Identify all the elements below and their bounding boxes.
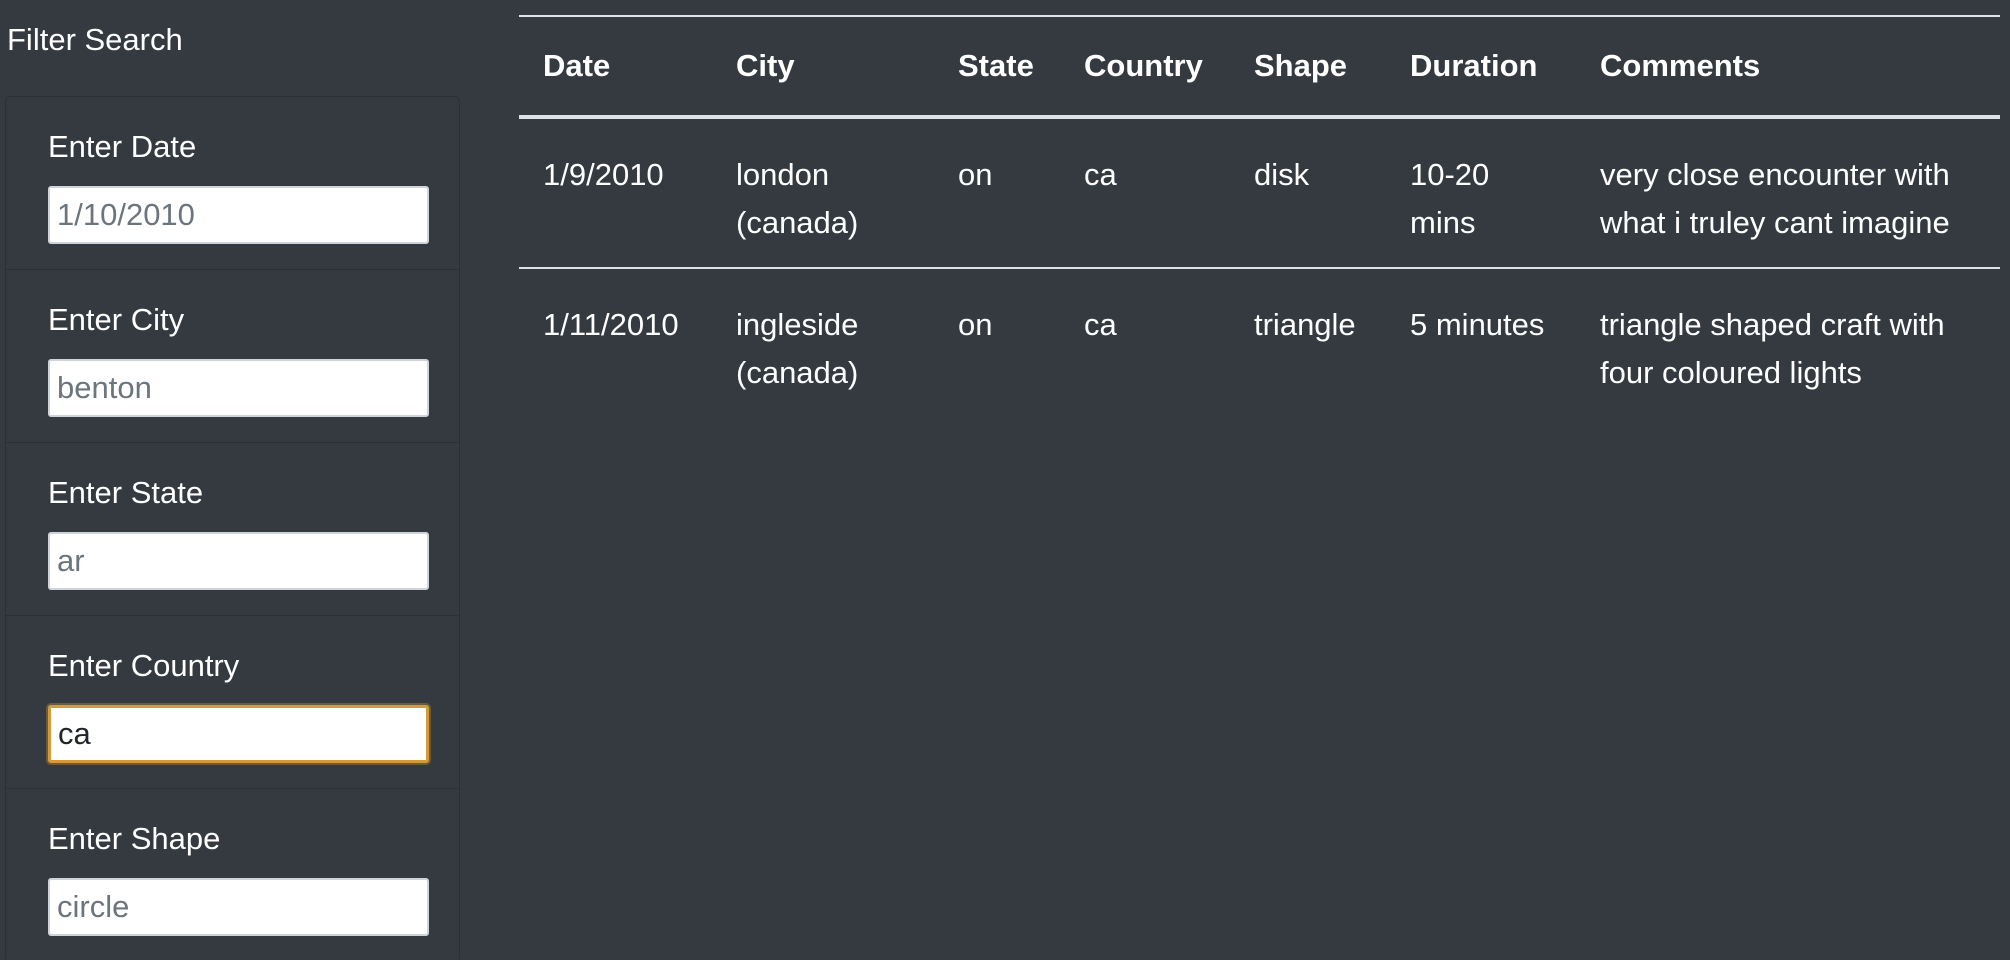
table-header: Date City State Country Shape Duration C… <box>519 16 2000 117</box>
country-filter-label: Enter Country <box>48 648 240 683</box>
sightings-table: Date City State Country Shape Duration C… <box>519 15 2000 417</box>
sightings-table-area: Date City State Country Shape Duration C… <box>519 15 2000 417</box>
state-filter-label: Enter State <box>48 475 204 510</box>
header-comments: Comments <box>1600 48 1761 83</box>
header-shape: Shape <box>1254 48 1348 83</box>
table-row: 1/11/2010 ingleside (canada) on ca trian… <box>519 268 2000 417</box>
cell-duration: 10-20 mins <box>1410 157 1490 240</box>
cell-duration: 5 minutes <box>1410 307 1545 342</box>
header-country: Country <box>1084 48 1203 83</box>
cell-comments: triangle shaped craft with four coloured… <box>1600 307 1945 390</box>
shape-filter-label: Enter Shape <box>48 821 221 856</box>
cell-country: ca <box>1084 307 1117 342</box>
city-filter-input[interactable] <box>48 359 429 417</box>
ufo-sightings-page: Filter Search Enter Date Enter City Ente… <box>0 0 2010 960</box>
city-filter-label: Enter City <box>48 302 185 337</box>
header-state: State <box>958 48 1034 83</box>
state-filter-input[interactable] <box>48 532 429 590</box>
date-filter-label: Enter Date <box>48 129 197 164</box>
cell-shape: triangle <box>1254 307 1356 342</box>
filter-list: Enter Date Enter City Enter State Enter … <box>5 96 460 960</box>
country-filter-input[interactable] <box>48 705 429 763</box>
table-row: 1/9/2010 london (canada) on ca disk 10-2… <box>519 117 2000 268</box>
cell-state: on <box>958 157 993 192</box>
filter-item-state: Enter State <box>6 443 459 616</box>
filter-item-city: Enter City <box>6 270 459 443</box>
cell-state: on <box>958 307 993 342</box>
cell-country: ca <box>1084 157 1117 192</box>
cell-shape: disk <box>1254 157 1310 192</box>
header-duration: Duration <box>1410 48 1538 83</box>
date-filter-input[interactable] <box>48 186 429 244</box>
filter-sidebar: Filter Search Enter Date Enter City Ente… <box>0 0 470 960</box>
shape-filter-input[interactable] <box>48 878 429 936</box>
cell-date: 1/11/2010 <box>543 307 679 342</box>
header-city: City <box>736 48 795 83</box>
filter-search-title: Filter Search <box>7 22 183 57</box>
header-date: Date <box>543 48 611 83</box>
cell-city: ingleside (canada) <box>736 307 859 390</box>
cell-city: london (canada) <box>736 157 859 240</box>
filter-item-shape: Enter Shape <box>6 789 459 960</box>
header-row: Date City State Country Shape Duration C… <box>519 16 2000 117</box>
cell-date: 1/9/2010 <box>543 157 664 192</box>
cell-comments: very close encounter with what i truley … <box>1600 157 1950 240</box>
filter-item-date: Enter Date <box>6 97 459 270</box>
filter-item-country: Enter Country <box>6 616 459 789</box>
table-body: 1/9/2010 london (canada) on ca disk 10-2… <box>519 117 2000 417</box>
